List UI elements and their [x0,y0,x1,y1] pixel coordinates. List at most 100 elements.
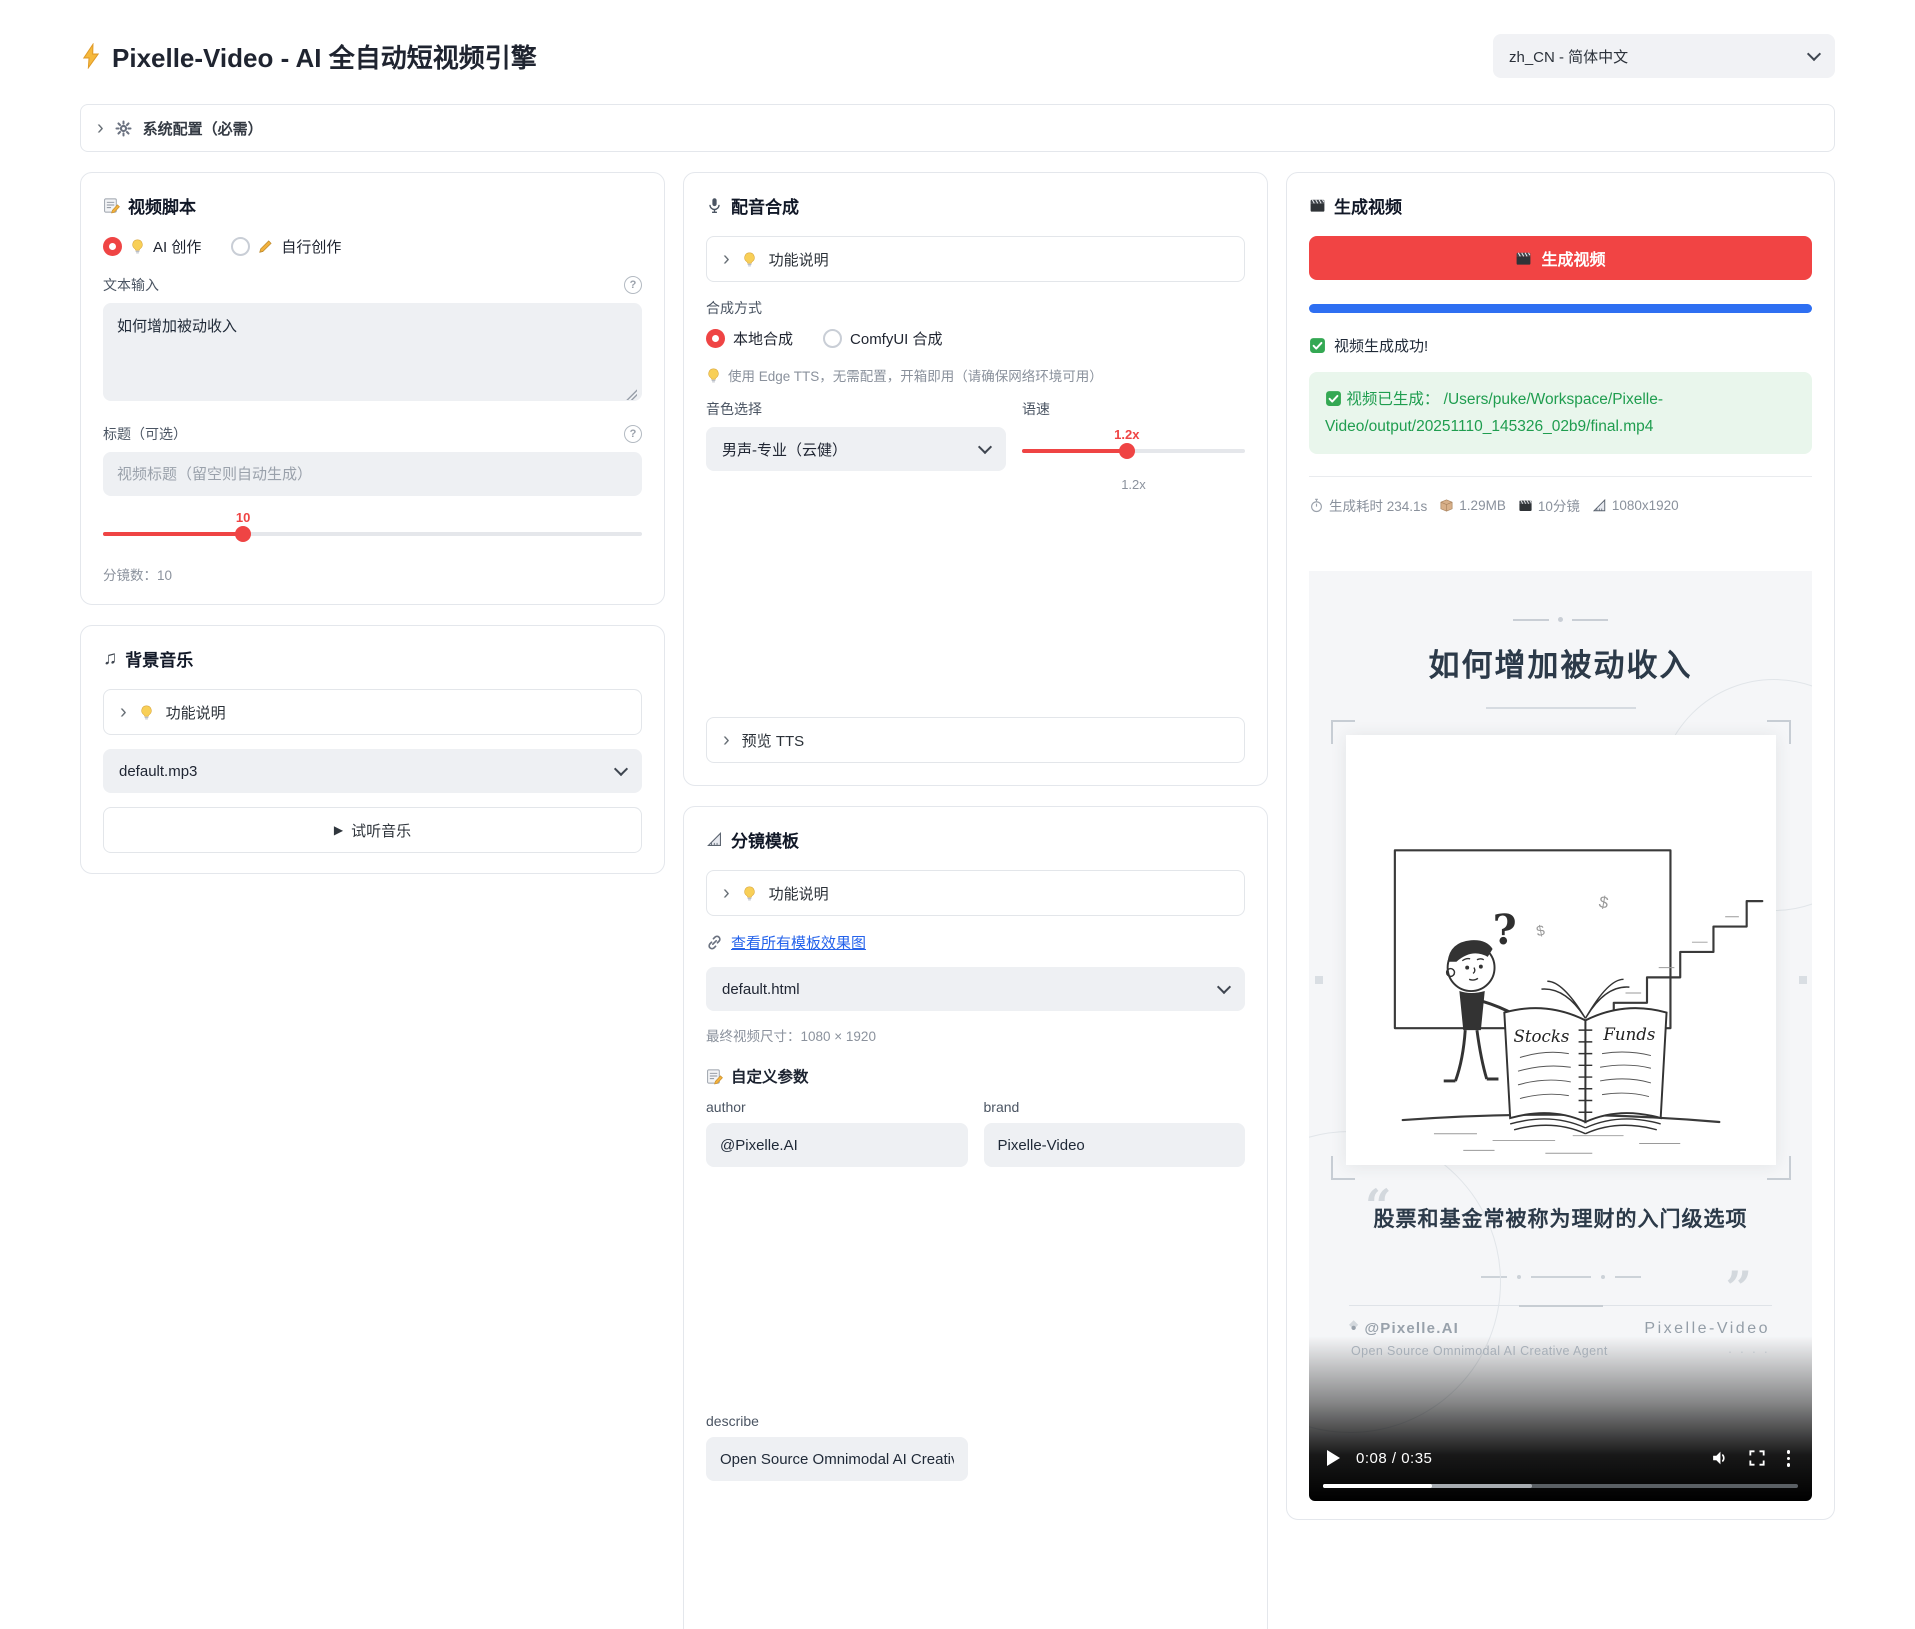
player-controls: 0:08 / 0:35 [1327,1447,1794,1469]
decorative-square [1799,976,1807,984]
bulb-icon [130,239,145,254]
video-size-note: 最终视频尺寸：1080 × 1920 [706,1025,1245,1045]
video-script-title: 视频脚本 [103,193,642,218]
player-gradient-overlay [1309,1336,1812,1501]
system-config-accordion[interactable]: › 系统配置（必需） [80,104,1835,152]
video-title-input[interactable] [103,452,642,496]
language-select[interactable]: zh_CN - 简体中文 [1493,34,1835,78]
voice-dropdown[interactable]: 男声-专业（云健） [706,427,1006,471]
chevron-down-icon [1217,980,1231,994]
bulb-icon [742,252,757,267]
book-right-label: Funds [1602,1025,1655,1044]
link-icon [706,934,723,951]
corner-bracket-icon [1331,720,1355,744]
music-note-icon: ♫ [103,648,117,670]
video-brand: Pixelle-Video [1644,1320,1770,1338]
chevron-right-icon: › [120,702,127,722]
slider-track[interactable] [1022,449,1245,453]
radio-manual-create[interactable]: 自行创作 [231,236,341,257]
corner-bracket-icon [1767,1156,1791,1180]
generate-title: 生成视频 [1309,193,1812,218]
sketch-illustration: ? $ $ [1346,735,1776,1165]
template-gallery-link[interactable]: 查看所有模板效果图 [731,932,866,953]
author-input[interactable] [706,1123,968,1167]
radio-unselected-icon [231,237,250,256]
pencil-icon [258,239,273,254]
decorative-square [1315,976,1323,984]
tts-preview-accordion[interactable]: › 预览 TTS [706,717,1245,763]
chevron-right-icon: › [723,249,730,269]
voice-label: 音色选择 [706,399,1006,419]
template-file-dropdown[interactable]: default.html [706,967,1245,1011]
help-icon[interactable]: ? [624,425,642,443]
speed-slider[interactable]: 1.2x [1022,427,1245,453]
storyboard-count-note: 分镜数：10 [103,564,642,584]
music-file-dropdown[interactable]: default.mp3 [103,749,642,793]
bulb-icon [706,368,721,383]
radio-ai-create[interactable]: AI 创作 [103,236,201,257]
template-help-accordion[interactable]: › 功能说明 [706,870,1245,916]
memo-icon [706,1068,723,1085]
brand-input[interactable] [984,1123,1246,1167]
svg-text:?: ? [1492,905,1516,954]
video-illustration: ? $ $ [1346,735,1776,1165]
corner-bracket-icon [1331,1156,1355,1180]
tts-card: 配音合成 › 功能说明 合成方式 本地合成 ComfyUI 合成 [683,172,1268,786]
package-icon [1439,498,1454,513]
corner-bracket-icon [1767,720,1791,744]
chevron-down-icon [978,440,992,454]
microphone-icon [706,197,723,214]
custom-params-title: 自定义参数 [706,1065,1245,1087]
lightning-icon [80,43,102,69]
decorative-divider [1309,571,1812,622]
video-title-label: 标题（可选） [103,424,187,444]
radio-local-synthesis[interactable]: 本地合成 [706,328,793,349]
triangle-ruler-icon [706,831,723,848]
slider-value-label: 10 [236,510,250,525]
speed-caption: 1.2x [1022,477,1245,492]
resize-handle-icon[interactable] [626,389,637,400]
music-help-accordion[interactable]: › 功能说明 [103,689,642,735]
divider [1309,476,1812,477]
more-options-icon[interactable] [1783,1450,1795,1467]
play-button[interactable] [1327,1450,1340,1466]
volume-icon[interactable] [1709,1447,1731,1469]
author-label: author [706,1099,968,1115]
video-author-subtitle: Open Source Omnimodal AI Creative Agent [1351,1344,1608,1358]
bulb-icon [742,886,757,901]
tts-title: 配音合成 [706,193,1245,218]
video-progress-bar[interactable] [1323,1484,1798,1488]
preview-music-button[interactable]: ▶ 试听音乐 [103,807,642,853]
slider-thumb[interactable] [235,526,251,542]
slider-thumb[interactable] [1119,443,1135,459]
video-frame-title: 如何增加被动收入 [1309,640,1812,685]
playback-time: 0:08 / 0:35 [1356,1450,1432,1467]
book-left-label: Stocks [1513,1027,1569,1046]
bulb-icon [139,705,154,720]
decorative-underline [1486,707,1636,709]
tts-help-accordion[interactable]: › 功能说明 [706,236,1245,282]
slider-track[interactable] [103,532,642,536]
generation-success-message: 视频生成成功! [1309,335,1812,356]
storyboard-count-slider[interactable]: 10 [103,510,642,536]
generate-video-card: 生成视频 生成视频 视频生成成功! 视频已生成： /Users/puke/Wor… [1286,172,1835,1520]
brand-dots: · · · · [1644,1344,1770,1359]
check-icon [1309,337,1326,354]
fullscreen-icon[interactable] [1747,1448,1767,1468]
svg-text:$: $ [1597,892,1609,912]
generate-video-button[interactable]: 生成视频 [1309,236,1812,280]
video-script-card: 视频脚本 AI 创作 自行创作 文本输入 ? [80,172,665,605]
text-input-label: 文本输入 [103,275,159,295]
radio-comfyui-synthesis[interactable]: ComfyUI 合成 [823,328,943,349]
check-icon [1325,390,1342,407]
radio-unselected-icon [823,329,842,348]
clapperboard-icon [1515,250,1532,267]
video-player[interactable]: 如何增加被动收入 [1309,571,1812,1501]
tts-method-label: 合成方式 [706,298,1245,318]
describe-input[interactable] [706,1437,968,1481]
help-icon[interactable]: ? [624,276,642,294]
chevron-right-icon: › [723,883,730,903]
text-input[interactable] [103,303,642,401]
storyboard-template-card: 分镜模板 › 功能说明 查看所有模板效果图 default.html 最终视频尺… [683,806,1268,1629]
clapperboard-icon [1518,498,1533,513]
